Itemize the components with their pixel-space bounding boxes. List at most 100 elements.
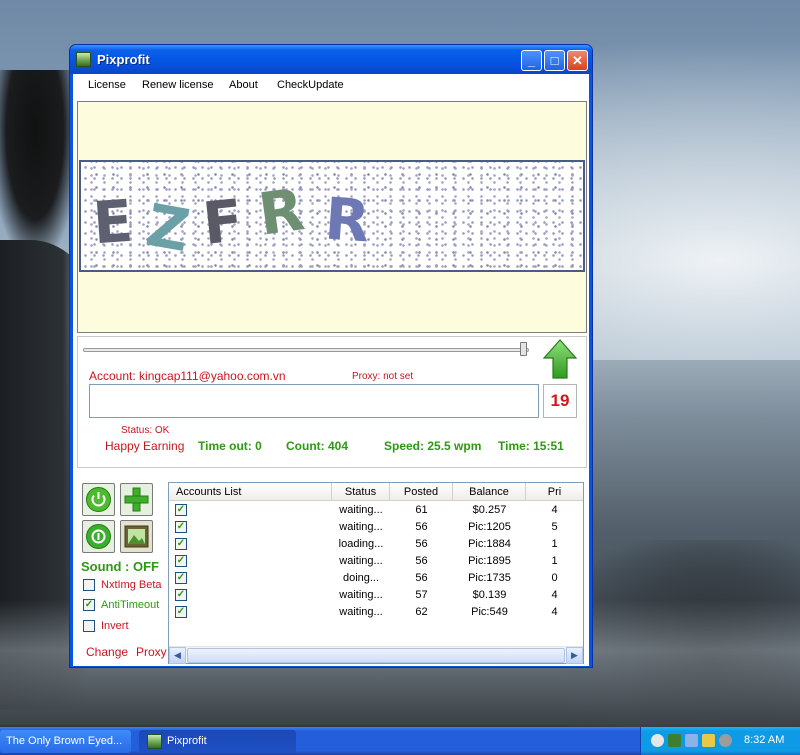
row-checkbox[interactable]: ✓ <box>175 504 187 516</box>
picture-icon <box>124 525 149 548</box>
row-checkbox[interactable]: ✓ <box>175 572 187 584</box>
countdown-counter: 19 <box>543 384 577 418</box>
power-button[interactable] <box>82 483 115 516</box>
start-button[interactable] <box>82 520 115 553</box>
plus-icon <box>124 487 149 512</box>
captcha-char: F <box>199 186 247 258</box>
row-status: loading... <box>338 538 384 550</box>
sound-status[interactable]: Sound : OFF <box>81 559 159 574</box>
row-posted: 61 <box>415 504 428 516</box>
row-checkbox[interactable]: ✓ <box>175 538 187 550</box>
row-checkbox[interactable]: ✓ <box>175 589 187 601</box>
scroll-left-icon[interactable]: ◀ <box>169 647 186 664</box>
menu-checkupdate[interactable]: CheckUpdate <box>277 79 344 91</box>
account-label-text: Account: <box>89 369 140 383</box>
row-balance: $0.257 <box>472 504 507 516</box>
column-balance[interactable]: Balance <box>453 483 526 501</box>
close-button[interactable]: ✕ <box>567 50 588 71</box>
speed-stat: Speed: 25.5 wpm <box>384 439 482 453</box>
column-pri[interactable]: Pri <box>526 483 583 501</box>
minimize-button[interactable]: _ <box>521 50 542 71</box>
tray-monitor-icon[interactable] <box>685 734 698 747</box>
antitimeout-checkbox[interactable]: ✓ <box>83 599 95 611</box>
captcha-char: Z <box>141 190 195 266</box>
menu-renew-license[interactable]: Renew license <box>142 79 214 91</box>
proxy-status: Proxy: not set <box>352 371 414 382</box>
scroll-right-icon[interactable]: ▶ <box>566 647 583 664</box>
status-text: Status: OK <box>121 425 170 436</box>
taskbar: The Only Brown Eyed... Pixprofit 8:32 AM <box>0 727 800 755</box>
invert-label[interactable]: Invert <box>101 620 129 632</box>
proxy-link[interactable]: Proxy <box>136 645 167 659</box>
add-account-button[interactable] <box>120 483 153 516</box>
column-posted[interactable]: Posted <box>390 483 453 501</box>
account-row[interactable]: ✓ waiting... 57 $0.139 4 <box>169 587 583 604</box>
nxtimg-checkbox[interactable] <box>83 579 95 591</box>
tray-update-icon[interactable] <box>719 734 732 747</box>
close-icon: ✕ <box>572 53 583 68</box>
captcha-image: E Z F R R <box>79 160 585 272</box>
app-icon <box>76 52 91 67</box>
timeout-stat: Time out: 0 <box>198 439 262 453</box>
account-row[interactable]: ✓ doing... 56 Pic:1735 0 <box>169 570 583 587</box>
row-posted: 56 <box>415 555 428 567</box>
account-row[interactable]: ✓ waiting... 56 Pic:1895 1 <box>169 553 583 570</box>
column-status[interactable]: Status <box>332 483 390 501</box>
row-posted: 62 <box>415 606 428 618</box>
row-checkbox[interactable]: ✓ <box>175 606 187 618</box>
maximize-icon: □ <box>550 53 559 68</box>
row-pri: 4 <box>551 606 558 618</box>
row-status: doing... <box>342 572 380 584</box>
row-posted: 56 <box>415 538 428 550</box>
invert-checkbox[interactable] <box>83 620 95 632</box>
scrollbar-thumb[interactable] <box>187 648 565 663</box>
nxtimg-label[interactable]: NxtImg Beta <box>101 579 162 591</box>
account-label: Account: kingcap111@yahoo.com.vn <box>89 369 286 383</box>
tray-volume-icon[interactable] <box>651 734 664 747</box>
row-balance: Pic:1884 <box>468 538 511 550</box>
app-icon <box>147 734 162 749</box>
tray-network-icon[interactable] <box>668 734 681 747</box>
captcha-area: E Z F R R <box>77 101 587 333</box>
row-status: waiting... <box>339 606 383 618</box>
taskbar-item-pixprofit[interactable]: Pixprofit <box>139 730 296 753</box>
captcha-char: R <box>254 175 309 249</box>
row-checkbox[interactable]: ✓ <box>175 521 187 533</box>
row-pri: 0 <box>551 572 558 584</box>
row-balance: Pic:1735 <box>468 572 511 584</box>
account-row[interactable]: ✓ loading... 56 Pic:1884 1 <box>169 536 583 553</box>
column-accounts-list[interactable]: Accounts List <box>169 483 332 501</box>
submit-up-arrow-icon[interactable] <box>543 339 577 379</box>
row-balance: Pic:1205 <box>468 521 511 533</box>
row-posted: 56 <box>415 521 428 533</box>
horizontal-scrollbar[interactable]: ◀ ▶ <box>169 646 583 664</box>
captcha-char: R <box>322 184 372 256</box>
antitimeout-label[interactable]: AntiTimeout <box>101 599 159 611</box>
title-bar[interactable]: Pixprofit _ □ ✕ <box>70 45 592 74</box>
menu-bar: License Renew license About CheckUpdate <box>73 74 589 98</box>
time-stat: Time: 15:51 <box>498 439 564 453</box>
captcha-characters: E Z F R R <box>91 175 413 266</box>
menu-license[interactable]: License <box>88 79 126 91</box>
maximize-button[interactable]: □ <box>544 50 565 71</box>
input-panel: Account: kingcap111@yahoo.com.vn Proxy: … <box>77 336 587 468</box>
accounts-list: Accounts List Status Posted Balance Pri … <box>168 482 584 664</box>
taskbar-item-browser[interactable]: The Only Brown Eyed... <box>0 730 131 753</box>
account-row[interactable]: ✓ waiting... 62 Pic:549 4 <box>169 604 583 621</box>
row-checkbox[interactable]: ✓ <box>175 555 187 567</box>
captcha-answer-input[interactable] <box>89 384 539 418</box>
menu-about[interactable]: About <box>229 79 258 91</box>
tray-security-icon[interactable] <box>702 734 715 747</box>
account-row[interactable]: ✓ waiting... 56 Pic:1205 5 <box>169 519 583 536</box>
change-link[interactable]: Change <box>86 645 128 659</box>
slider-thumb[interactable] <box>520 342 527 356</box>
accounts-list-header: Accounts List Status Posted Balance Pri <box>169 483 583 501</box>
happy-earning-text: Happy Earning <box>105 439 185 453</box>
system-tray: 8:32 AM <box>640 727 800 755</box>
account-email: kingcap111@yahoo.com.vn <box>139 369 286 383</box>
image-button[interactable] <box>120 520 153 553</box>
row-posted: 56 <box>415 572 428 584</box>
clock: 8:32 AM <box>744 734 785 746</box>
account-row[interactable]: ✓ waiting... 61 $0.257 4 <box>169 502 583 519</box>
progress-slider[interactable] <box>83 348 529 352</box>
